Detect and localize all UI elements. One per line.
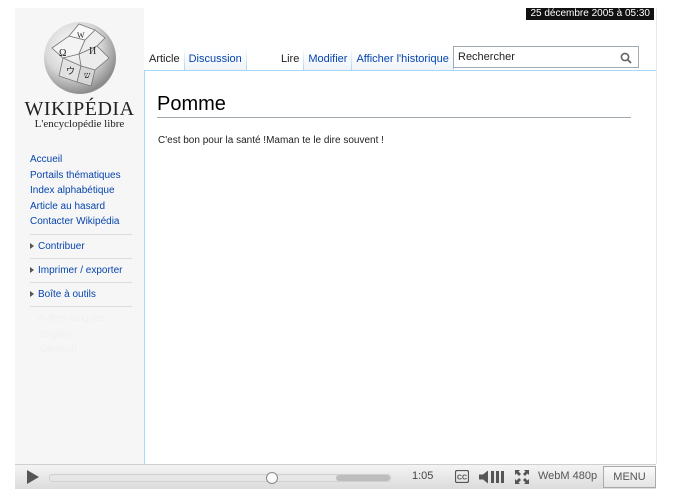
svg-text:И: И	[89, 46, 96, 57]
volume-icon[interactable]	[479, 470, 507, 489]
expand-arrow-icon	[30, 290, 34, 297]
tab-lire[interactable]: Lire	[277, 48, 304, 71]
seek-bar[interactable]	[49, 472, 391, 484]
page-title: Pomme	[157, 93, 226, 115]
content-area: Pomme C'est bon pour la santé !Maman te …	[144, 70, 656, 464]
seek-handle[interactable]	[266, 472, 278, 484]
menu-button[interactable]: MENU	[603, 466, 656, 488]
article-text: C'est bon pour la santé !Maman te le dir…	[158, 135, 384, 146]
divider	[30, 257, 132, 259]
svg-text:CC: CC	[457, 475, 467, 482]
tab-discussion[interactable]: Discussion	[184, 48, 246, 71]
search-box	[453, 46, 639, 68]
sidebar-link-contact[interactable]: Contacter Wikipédia	[30, 214, 140, 230]
expand-arrow-icon	[30, 266, 34, 273]
svg-text:ש: ש	[84, 70, 91, 80]
video-format-label[interactable]: WebM 480p	[538, 470, 597, 482]
wikipedia-globe-logo[interactable]: Ω И ウ ש W	[39, 18, 121, 96]
svg-text:Ω: Ω	[59, 48, 66, 59]
sidebar-section-imprimer[interactable]: Imprimer / exporter	[30, 263, 140, 278]
browser-frame: Ω И ウ ש W WIKIPÉDIA L'encyclopédie libre…	[15, 8, 657, 464]
sidebar-link-accueil[interactable]: Accueil	[30, 152, 140, 168]
buffered-range	[335, 475, 390, 481]
title-divider	[157, 117, 631, 118]
view-tabs: Lire Modifier Afficher l'historique	[277, 48, 454, 71]
tab-gap	[244, 48, 278, 71]
play-icon[interactable]	[27, 470, 39, 484]
closed-captions-icon[interactable]: CC	[454, 469, 470, 488]
current-time: 1:05	[412, 470, 434, 482]
sidebar-nav: Accueil Portails thématiques Index alpha…	[30, 152, 140, 358]
svg-text:W: W	[77, 31, 85, 40]
sidebar-section-outils[interactable]: Boîte à outils	[30, 287, 140, 302]
section-label: Boîte à outils	[38, 288, 96, 300]
section-label: Imprimer / exporter	[38, 264, 123, 276]
language-link-english[interactable]: English	[30, 327, 140, 343]
tab-article[interactable]: Article	[145, 48, 184, 71]
divider	[30, 281, 132, 283]
sidebar-section-contribuer[interactable]: Contribuer	[30, 239, 140, 254]
timestamp-badge: 25 décembre 2005 à 05:30	[526, 8, 654, 20]
sidebar-link-portails[interactable]: Portails thématiques	[30, 168, 140, 184]
divider	[30, 305, 132, 307]
tab-historique[interactable]: Afficher l'historique	[352, 48, 453, 71]
namespace-tabs: Article Discussion	[145, 48, 247, 71]
sidebar-section-langues[interactable]: Autres langues	[30, 311, 140, 327]
svg-text:ウ: ウ	[66, 66, 75, 76]
expand-arrow-icon	[30, 242, 34, 249]
video-player-controls: 1:05 CC WebM 480p MENU	[15, 464, 656, 489]
tab-modifier[interactable]: Modifier	[304, 48, 352, 71]
language-link-deutsch[interactable]: Deutsch	[30, 342, 140, 358]
search-input[interactable]	[454, 47, 608, 67]
sidebar-link-index[interactable]: Index alphabétique	[30, 183, 140, 199]
tagline: L'encyclopédie libre	[34, 118, 125, 130]
search-icon[interactable]	[620, 51, 632, 64]
sidebar: Ω И ウ ש W WIKIPÉDIA L'encyclopédie libre…	[15, 8, 144, 464]
section-label: Contribuer	[38, 240, 85, 252]
sidebar-link-hasard[interactable]: Article au hasard	[30, 199, 140, 215]
fullscreen-icon[interactable]	[515, 470, 529, 489]
divider	[30, 233, 132, 235]
